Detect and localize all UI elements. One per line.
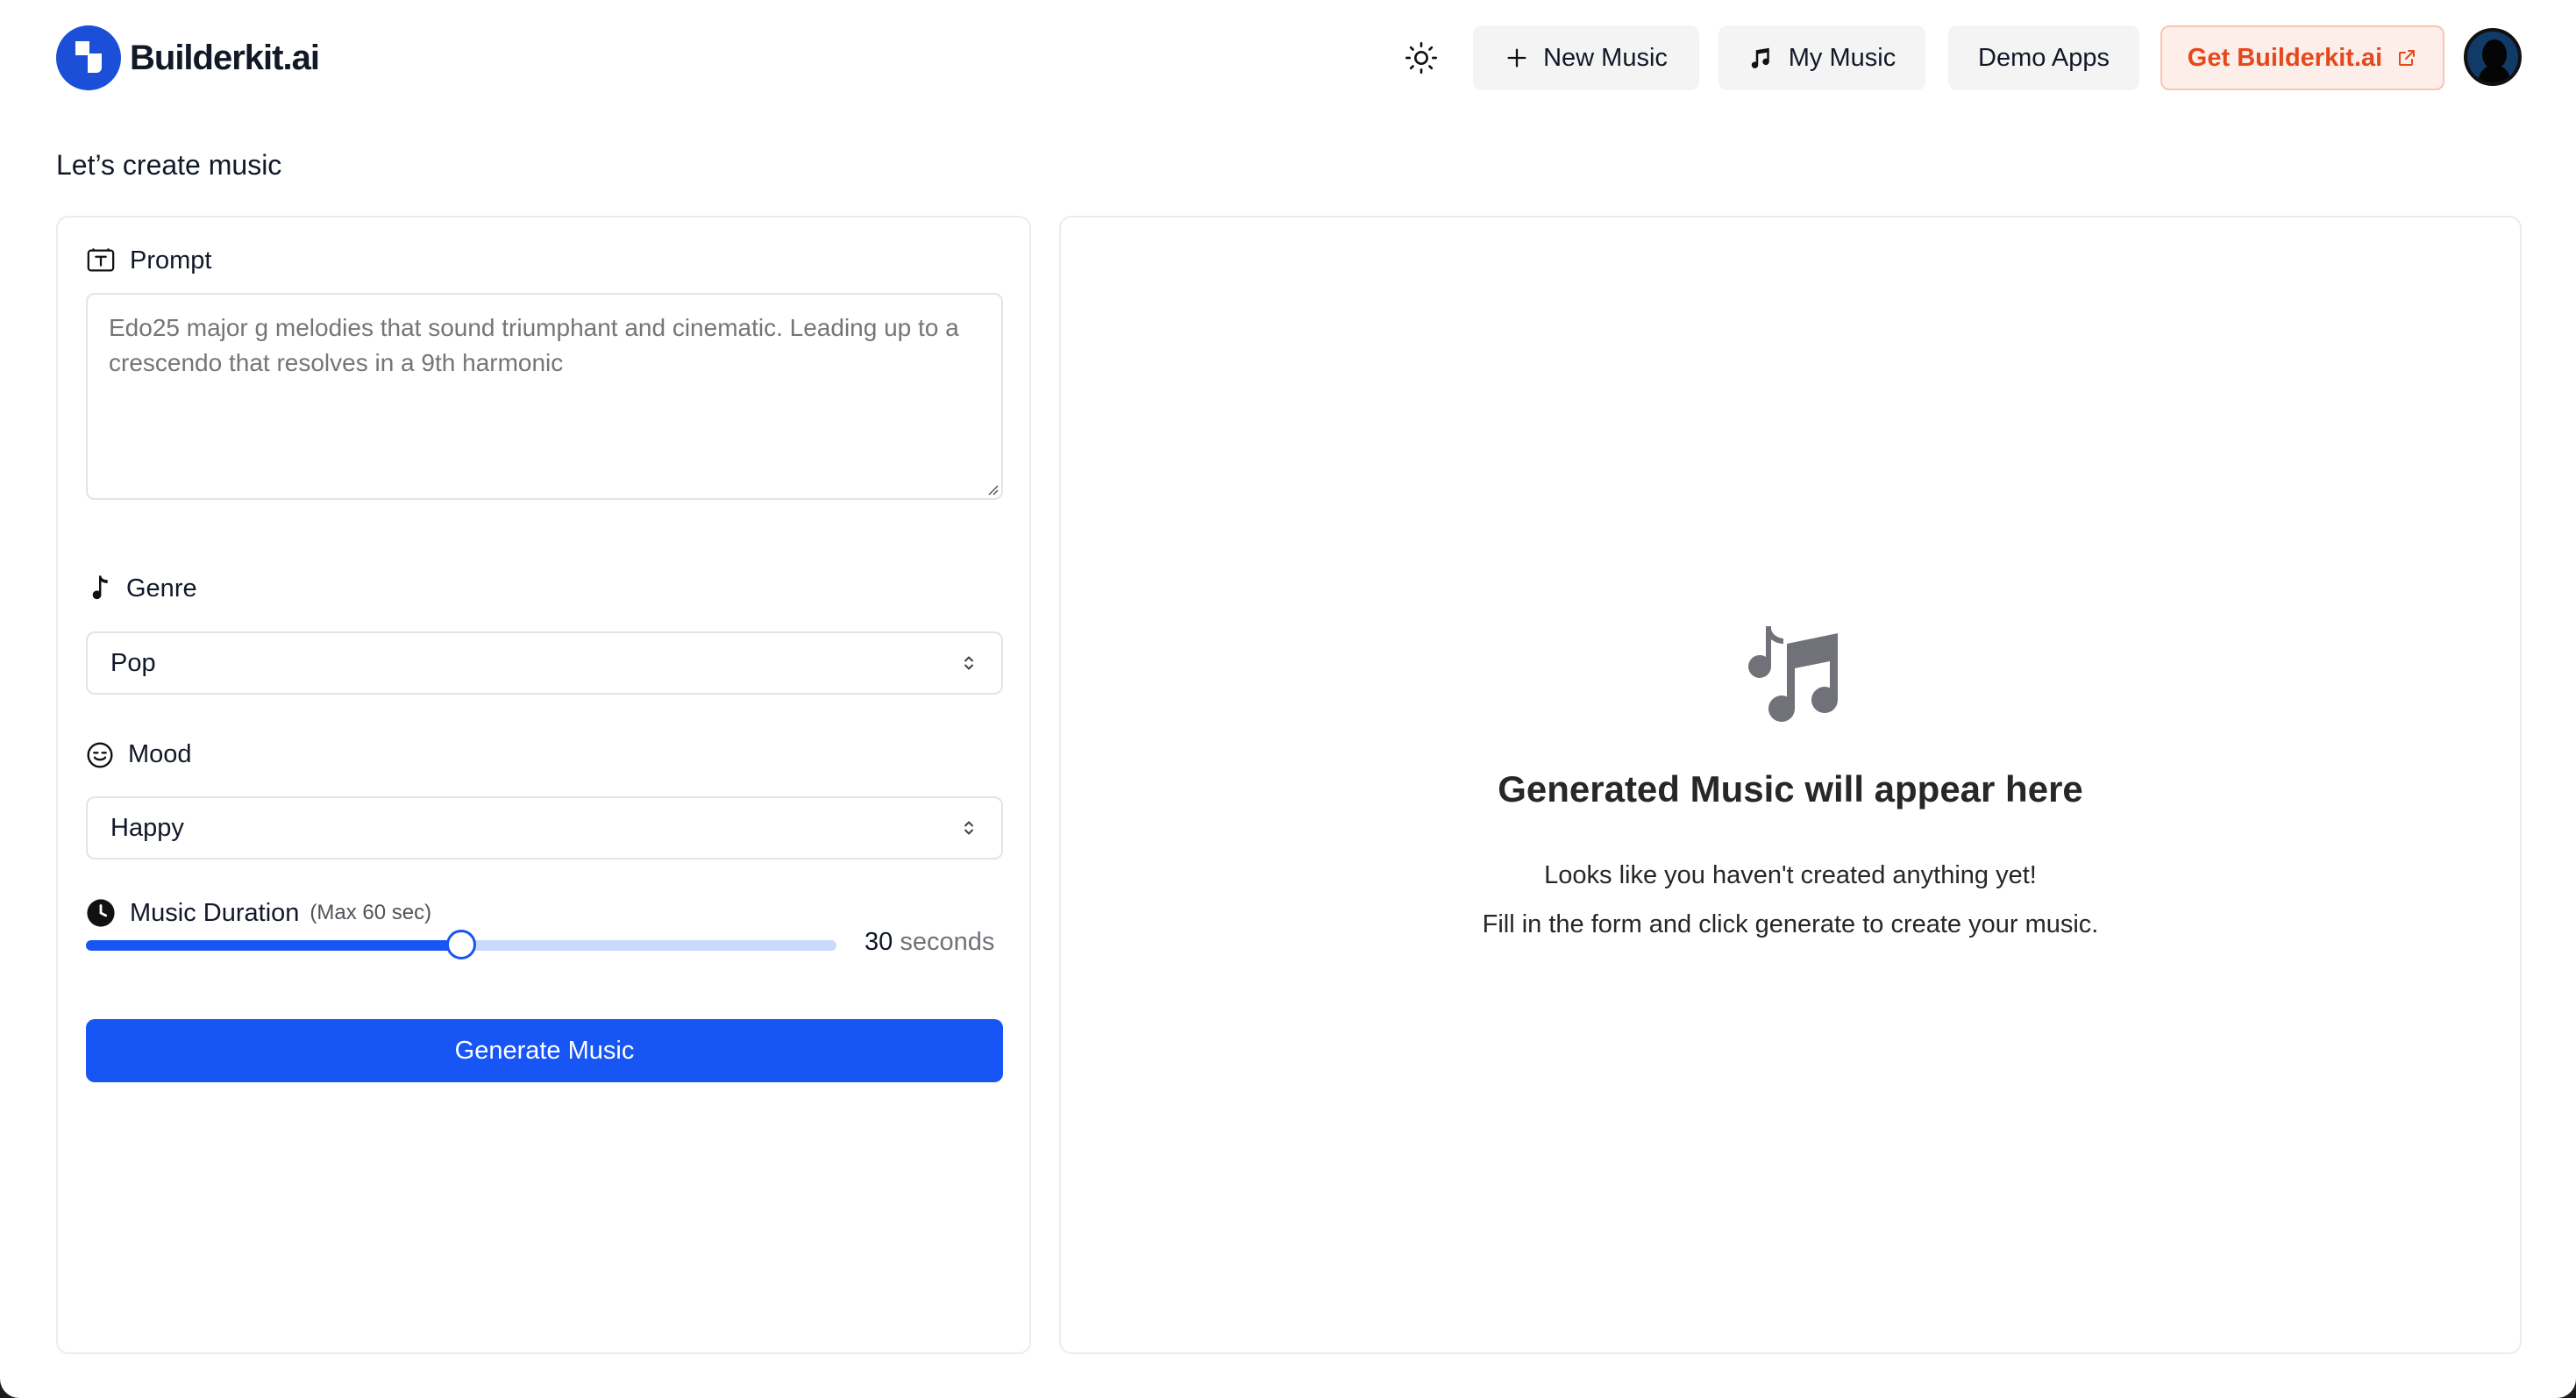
music-form-panel: Prompt Genre Pop Mood Happy [56, 216, 1031, 1354]
new-music-label: New Music [1543, 43, 1668, 72]
duration-label: Music Duration (Max 60 sec) [86, 898, 431, 928]
duration-hint: (Max 60 sec) [310, 901, 432, 924]
new-music-button[interactable]: New Music [1473, 25, 1699, 90]
generate-music-button[interactable]: Generate Music [86, 1019, 1003, 1082]
plus-icon [1507, 48, 1526, 68]
brand-logo[interactable]: Builderkit.ai [56, 25, 320, 90]
user-avatar[interactable] [2464, 28, 2522, 86]
smile-icon [87, 741, 113, 768]
prompt-label: Prompt [86, 246, 211, 275]
output-empty-line-1: Looks like you haven't created anything … [1544, 861, 2037, 889]
get-builderkit-label: Get Builderkit.ai [2187, 43, 2383, 72]
duration-readout: 30 seconds [865, 928, 994, 957]
music-note-icon [1751, 47, 1769, 68]
sun-icon [1405, 42, 1437, 74]
resize-grip-icon[interactable] [986, 482, 1000, 496]
demo-apps-button[interactable]: Demo Apps [1948, 25, 2139, 90]
prompt-textarea[interactable] [86, 293, 1003, 500]
mood-value: Happy [110, 813, 184, 842]
mood-select[interactable]: Happy [86, 796, 1003, 859]
page-title: Let’s create music [56, 149, 282, 181]
output-panel: Generated Music will appear here Looks l… [1059, 216, 2522, 1354]
my-music-label: My Music [1788, 43, 1896, 72]
get-builderkit-button[interactable]: Get Builderkit.ai [2160, 25, 2444, 90]
genre-label-text: Genre [126, 574, 197, 603]
duration-slider-fill [86, 940, 461, 951]
duration-value: 30 [865, 928, 893, 956]
top-header: Builderkit.ai New Music My Music Demo Ap… [0, 0, 2576, 116]
output-empty-title: Generated Music will appear here [1498, 768, 2083, 810]
app-window: Builderkit.ai New Music My Music Demo Ap… [0, 0, 2576, 1398]
genre-select[interactable]: Pop [86, 631, 1003, 695]
duration-slider-thumb[interactable] [446, 930, 476, 959]
chevron-up-down-icon [964, 656, 973, 670]
music-note-icon [92, 575, 108, 600]
avatar-icon [2467, 32, 2518, 82]
clock-icon [87, 899, 115, 927]
genre-value: Pop [110, 648, 156, 677]
duration-label-text: Music Duration [130, 898, 300, 927]
external-link-icon [2399, 50, 2416, 66]
chevron-up-down-icon [964, 821, 973, 835]
brand-name: Builderkit.ai [130, 38, 320, 77]
demo-apps-label: Demo Apps [1978, 43, 2110, 72]
genre-label: Genre [86, 574, 197, 603]
prompt-label-text: Prompt [130, 246, 212, 275]
output-empty-line-2: Fill in the form and click generate to c… [1482, 910, 2099, 938]
theme-toggle-button[interactable] [1392, 33, 1450, 82]
duration-unit: seconds [900, 928, 995, 956]
text-prompt-icon [87, 248, 115, 272]
music-notes-icon [1748, 626, 1838, 723]
duration-slider[interactable] [86, 930, 836, 959]
mood-label-text: Mood [128, 740, 192, 768]
logo-icon [56, 25, 121, 90]
mood-label: Mood [86, 740, 192, 769]
my-music-button[interactable]: My Music [1719, 25, 1925, 90]
